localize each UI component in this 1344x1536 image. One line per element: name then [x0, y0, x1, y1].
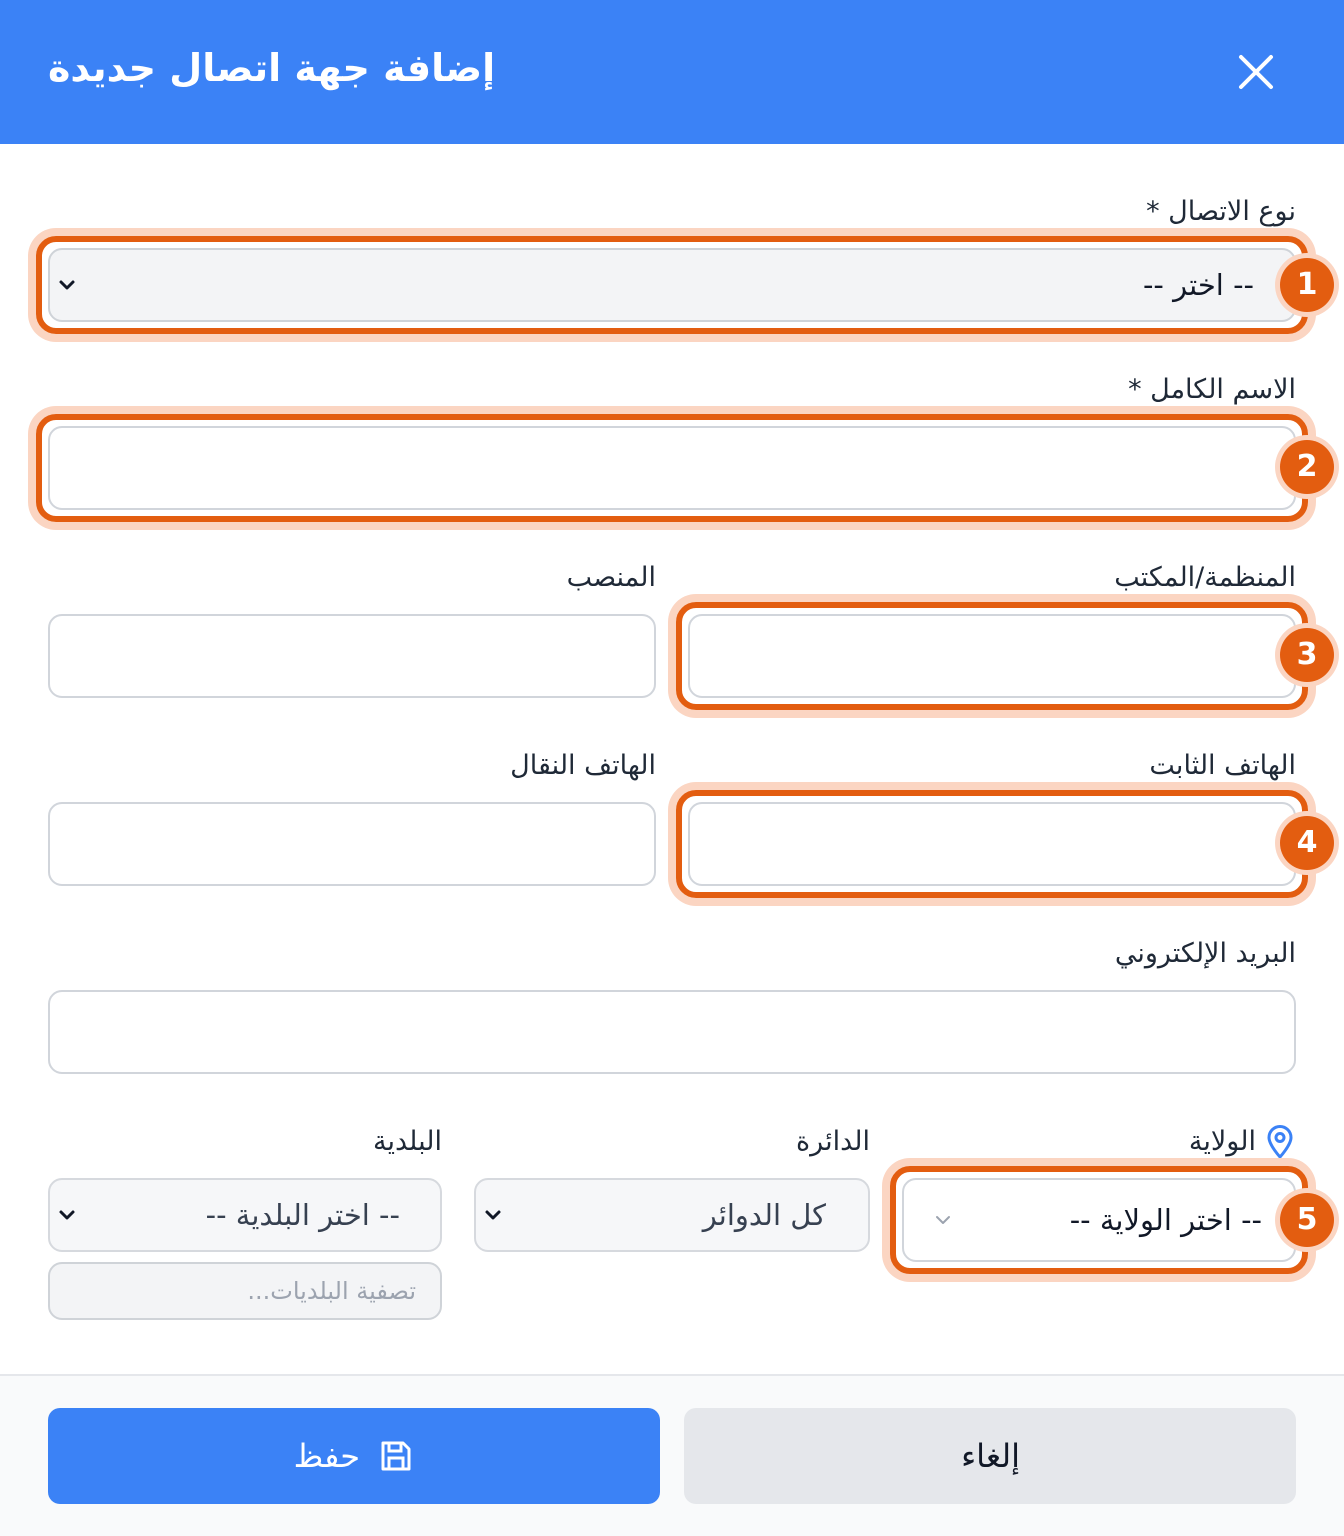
daira-value: كل الدوائر — [702, 1198, 826, 1232]
organization-input[interactable] — [688, 614, 1296, 698]
contact-type-value: -- اختر -- — [1142, 268, 1254, 302]
save-button[interactable]: حفظ — [48, 1408, 660, 1504]
chevron-down-icon — [59, 280, 75, 290]
mobile-input[interactable] — [48, 802, 656, 886]
position-label: المنصب — [566, 562, 656, 593]
chevron-down-icon — [59, 1210, 75, 1220]
commune-label: البلدية — [373, 1126, 442, 1157]
commune-filter-placeholder: تصفية البلديات... — [247, 1277, 416, 1305]
contact-type-select[interactable]: -- اختر -- — [48, 248, 1296, 322]
email-input[interactable] — [48, 990, 1296, 1074]
landline-label: الهاتف الثابت — [1149, 750, 1296, 781]
close-button[interactable] — [1226, 42, 1286, 102]
map-pin-icon — [1267, 1125, 1293, 1159]
wilaya-value: -- اختر الولاية -- — [1069, 1203, 1262, 1237]
dialog-header: إضافة جهة اتصال جديدة — [0, 0, 1344, 144]
mobile-label: الهاتف النقال — [510, 750, 656, 781]
commune-value: -- اختر البلدية -- — [205, 1198, 400, 1232]
callout-badge: 4 — [1280, 816, 1334, 870]
email-label: البريد الإلكتروني — [1114, 938, 1296, 969]
callout-badge: 3 — [1280, 628, 1334, 682]
full-name-input[interactable] — [48, 426, 1296, 510]
save-icon — [381, 1441, 411, 1471]
save-button-label: حفظ — [293, 1437, 360, 1475]
callout-badge: 5 — [1280, 1193, 1334, 1247]
chevron-down-icon — [485, 1210, 501, 1220]
position-input[interactable] — [48, 614, 656, 698]
chevron-down-icon — [936, 1216, 950, 1224]
callout-badge: 2 — [1280, 440, 1334, 494]
daira-label: الدائرة — [796, 1126, 870, 1157]
cancel-button[interactable]: إلغاء — [684, 1408, 1296, 1504]
cancel-button-label: إلغاء — [961, 1437, 1020, 1475]
daira-select[interactable]: كل الدوائر — [474, 1178, 870, 1252]
callout-badge: 1 — [1280, 258, 1334, 312]
wilaya-select[interactable]: -- اختر الولاية -- — [902, 1178, 1296, 1262]
close-icon — [1239, 55, 1273, 89]
wilaya-label: الولاية — [1188, 1126, 1256, 1157]
contact-type-label: نوع الاتصال * — [1146, 196, 1296, 227]
commune-select[interactable]: -- اختر البلدية -- — [48, 1178, 442, 1252]
organization-label: المنظمة/المكتب — [1114, 562, 1296, 593]
dialog-title: إضافة جهة اتصال جديدة — [48, 46, 496, 90]
commune-filter-input[interactable]: تصفية البلديات... — [48, 1262, 442, 1320]
landline-input[interactable] — [688, 802, 1296, 886]
full-name-label: الاسم الكامل * — [1128, 374, 1296, 405]
